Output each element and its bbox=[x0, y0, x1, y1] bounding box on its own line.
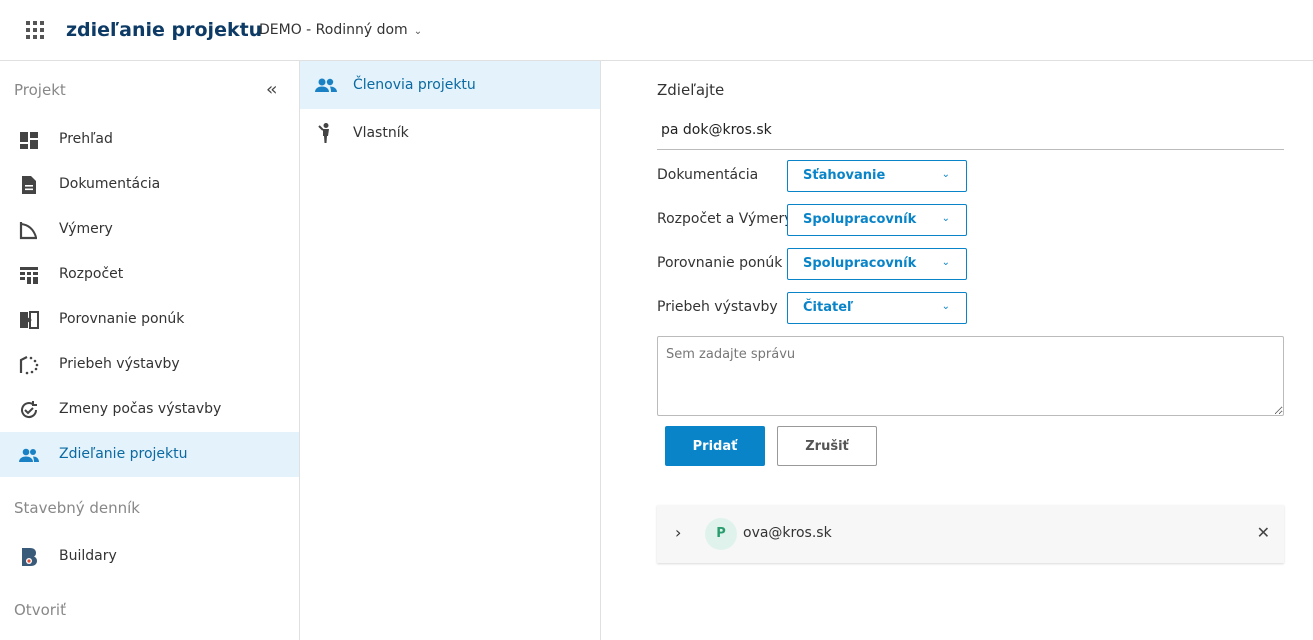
sidebar-item-priebeh[interactable]: Priebeh výstavby bbox=[0, 342, 299, 387]
permission-select-dokumentacia[interactable]: Sťahovanie ⌄ bbox=[787, 160, 967, 192]
sidebar-item-label: Buildary bbox=[59, 548, 117, 564]
chevron-down-icon: ⌄ bbox=[941, 257, 950, 268]
permission-value: Spolupracovník bbox=[803, 256, 917, 271]
sidebar-item-label: Zmeny počas výstavby bbox=[59, 401, 222, 417]
close-icon[interactable]: ✕ bbox=[1257, 523, 1270, 542]
chevron-down-icon: ⌄ bbox=[941, 213, 950, 224]
project-selector[interactable]: DEMO - Rodinný dom ⌄ bbox=[259, 22, 422, 38]
message-field[interactable] bbox=[657, 336, 1284, 416]
share-heading: Zdieľajte bbox=[657, 81, 725, 99]
dashboard-icon bbox=[20, 132, 38, 149]
budget-icon bbox=[20, 267, 38, 284]
member-email: ova@kros.sk bbox=[743, 525, 832, 541]
sidebar-item-label: Porovnanie ponúk bbox=[59, 311, 185, 327]
permission-label: Priebeh výstavby bbox=[657, 299, 778, 315]
sidebar-item-zmeny[interactable]: Zmeny počas výstavby bbox=[0, 387, 299, 432]
compare-icon bbox=[20, 311, 39, 329]
project-name: DEMO - Rodinný dom bbox=[259, 22, 408, 38]
permission-value: Spolupracovník bbox=[803, 212, 917, 227]
permission-label: Dokumentácia bbox=[657, 167, 759, 183]
person-icon bbox=[318, 123, 329, 143]
share-panel: Zdieľajte Dokumentácia Sťahovanie ⌄ Rozpo… bbox=[601, 61, 1313, 640]
permission-label: Porovnanie ponúk bbox=[657, 255, 783, 271]
permission-value: Sťahovanie bbox=[803, 168, 886, 183]
permission-label: Rozpočet a Výmery bbox=[657, 211, 793, 227]
sidebar-item-label: Priebeh výstavby bbox=[59, 356, 180, 372]
permission-select-porovnanie[interactable]: Spolupracovník ⌄ bbox=[787, 248, 967, 280]
sub-item-label: Členovia projektu bbox=[353, 77, 476, 93]
email-field[interactable] bbox=[657, 111, 1284, 150]
avatar: P bbox=[705, 518, 737, 550]
sidebar-item-rozpocet[interactable]: Rozpočet bbox=[0, 252, 299, 297]
sidebar-item-label: Prehľad bbox=[59, 131, 113, 147]
chevron-right-icon[interactable]: › bbox=[675, 523, 681, 542]
sidebar-item-prehlad[interactable]: Prehľad bbox=[0, 117, 299, 162]
permission-select-priebeh[interactable]: Čitateľ ⌄ bbox=[787, 292, 967, 324]
sidebar-item-label: Dokumentácia bbox=[59, 176, 161, 192]
sidebar-item-buildary[interactable]: Buildary bbox=[0, 534, 299, 579]
buildary-icon bbox=[22, 548, 37, 566]
chevron-down-icon: ⌄ bbox=[941, 301, 950, 312]
sidebar-item-vymery[interactable]: Výmery bbox=[0, 207, 299, 252]
permission-value: Čitateľ bbox=[803, 300, 854, 315]
sidebar-section-diary: Stavebný denník bbox=[14, 499, 140, 517]
document-icon bbox=[22, 176, 36, 194]
sidebar-section-project: Projekt bbox=[14, 81, 66, 99]
sidebar-item-label: Rozpočet bbox=[59, 266, 124, 282]
sidebar-item-porovnanie[interactable]: Porovnanie ponúk bbox=[0, 297, 299, 342]
members-subnav: Členovia projektu Vlastník bbox=[300, 61, 601, 640]
sidebar: Projekt ‹‹ Prehľad Dokumentácia Výmery R… bbox=[0, 61, 300, 640]
progress-icon bbox=[19, 356, 39, 375]
app-title: zdieľanie projektu bbox=[66, 19, 263, 41]
cancel-button[interactable]: Zrušiť bbox=[777, 426, 877, 466]
tab-vlastnik[interactable]: Vlastník bbox=[300, 109, 600, 157]
sub-item-label: Vlastník bbox=[353, 125, 409, 141]
measure-icon bbox=[19, 222, 37, 240]
people-icon bbox=[19, 448, 39, 462]
sidebar-item-dokumentacia[interactable]: Dokumentácia bbox=[0, 162, 299, 207]
member-row: › P ova@kros.sk ✕ bbox=[657, 505, 1284, 563]
permission-select-rozpocet[interactable]: Spolupracovník ⌄ bbox=[787, 204, 967, 236]
top-bar: zdieľanie projektu DEMO - Rodinný dom ⌄ bbox=[0, 0, 1313, 61]
chevron-down-icon: ⌄ bbox=[413, 26, 423, 37]
tab-clenovia-projektu[interactable]: Členovia projektu bbox=[300, 61, 600, 109]
changes-icon bbox=[21, 401, 38, 419]
chevron-down-icon: ⌄ bbox=[941, 169, 950, 180]
apps-grid-icon[interactable] bbox=[26, 21, 44, 39]
sidebar-item-label: Zdieľanie projektu bbox=[59, 446, 188, 462]
sidebar-item-label: Výmery bbox=[59, 221, 113, 237]
collapse-sidebar-icon[interactable]: ‹‹ bbox=[266, 79, 278, 100]
add-button[interactable]: Pridať bbox=[665, 426, 765, 466]
sidebar-section-open[interactable]: Otvoriť bbox=[14, 601, 66, 619]
sidebar-item-zdielanie[interactable]: Zdieľanie projektu bbox=[0, 432, 299, 477]
people-icon bbox=[315, 78, 337, 92]
